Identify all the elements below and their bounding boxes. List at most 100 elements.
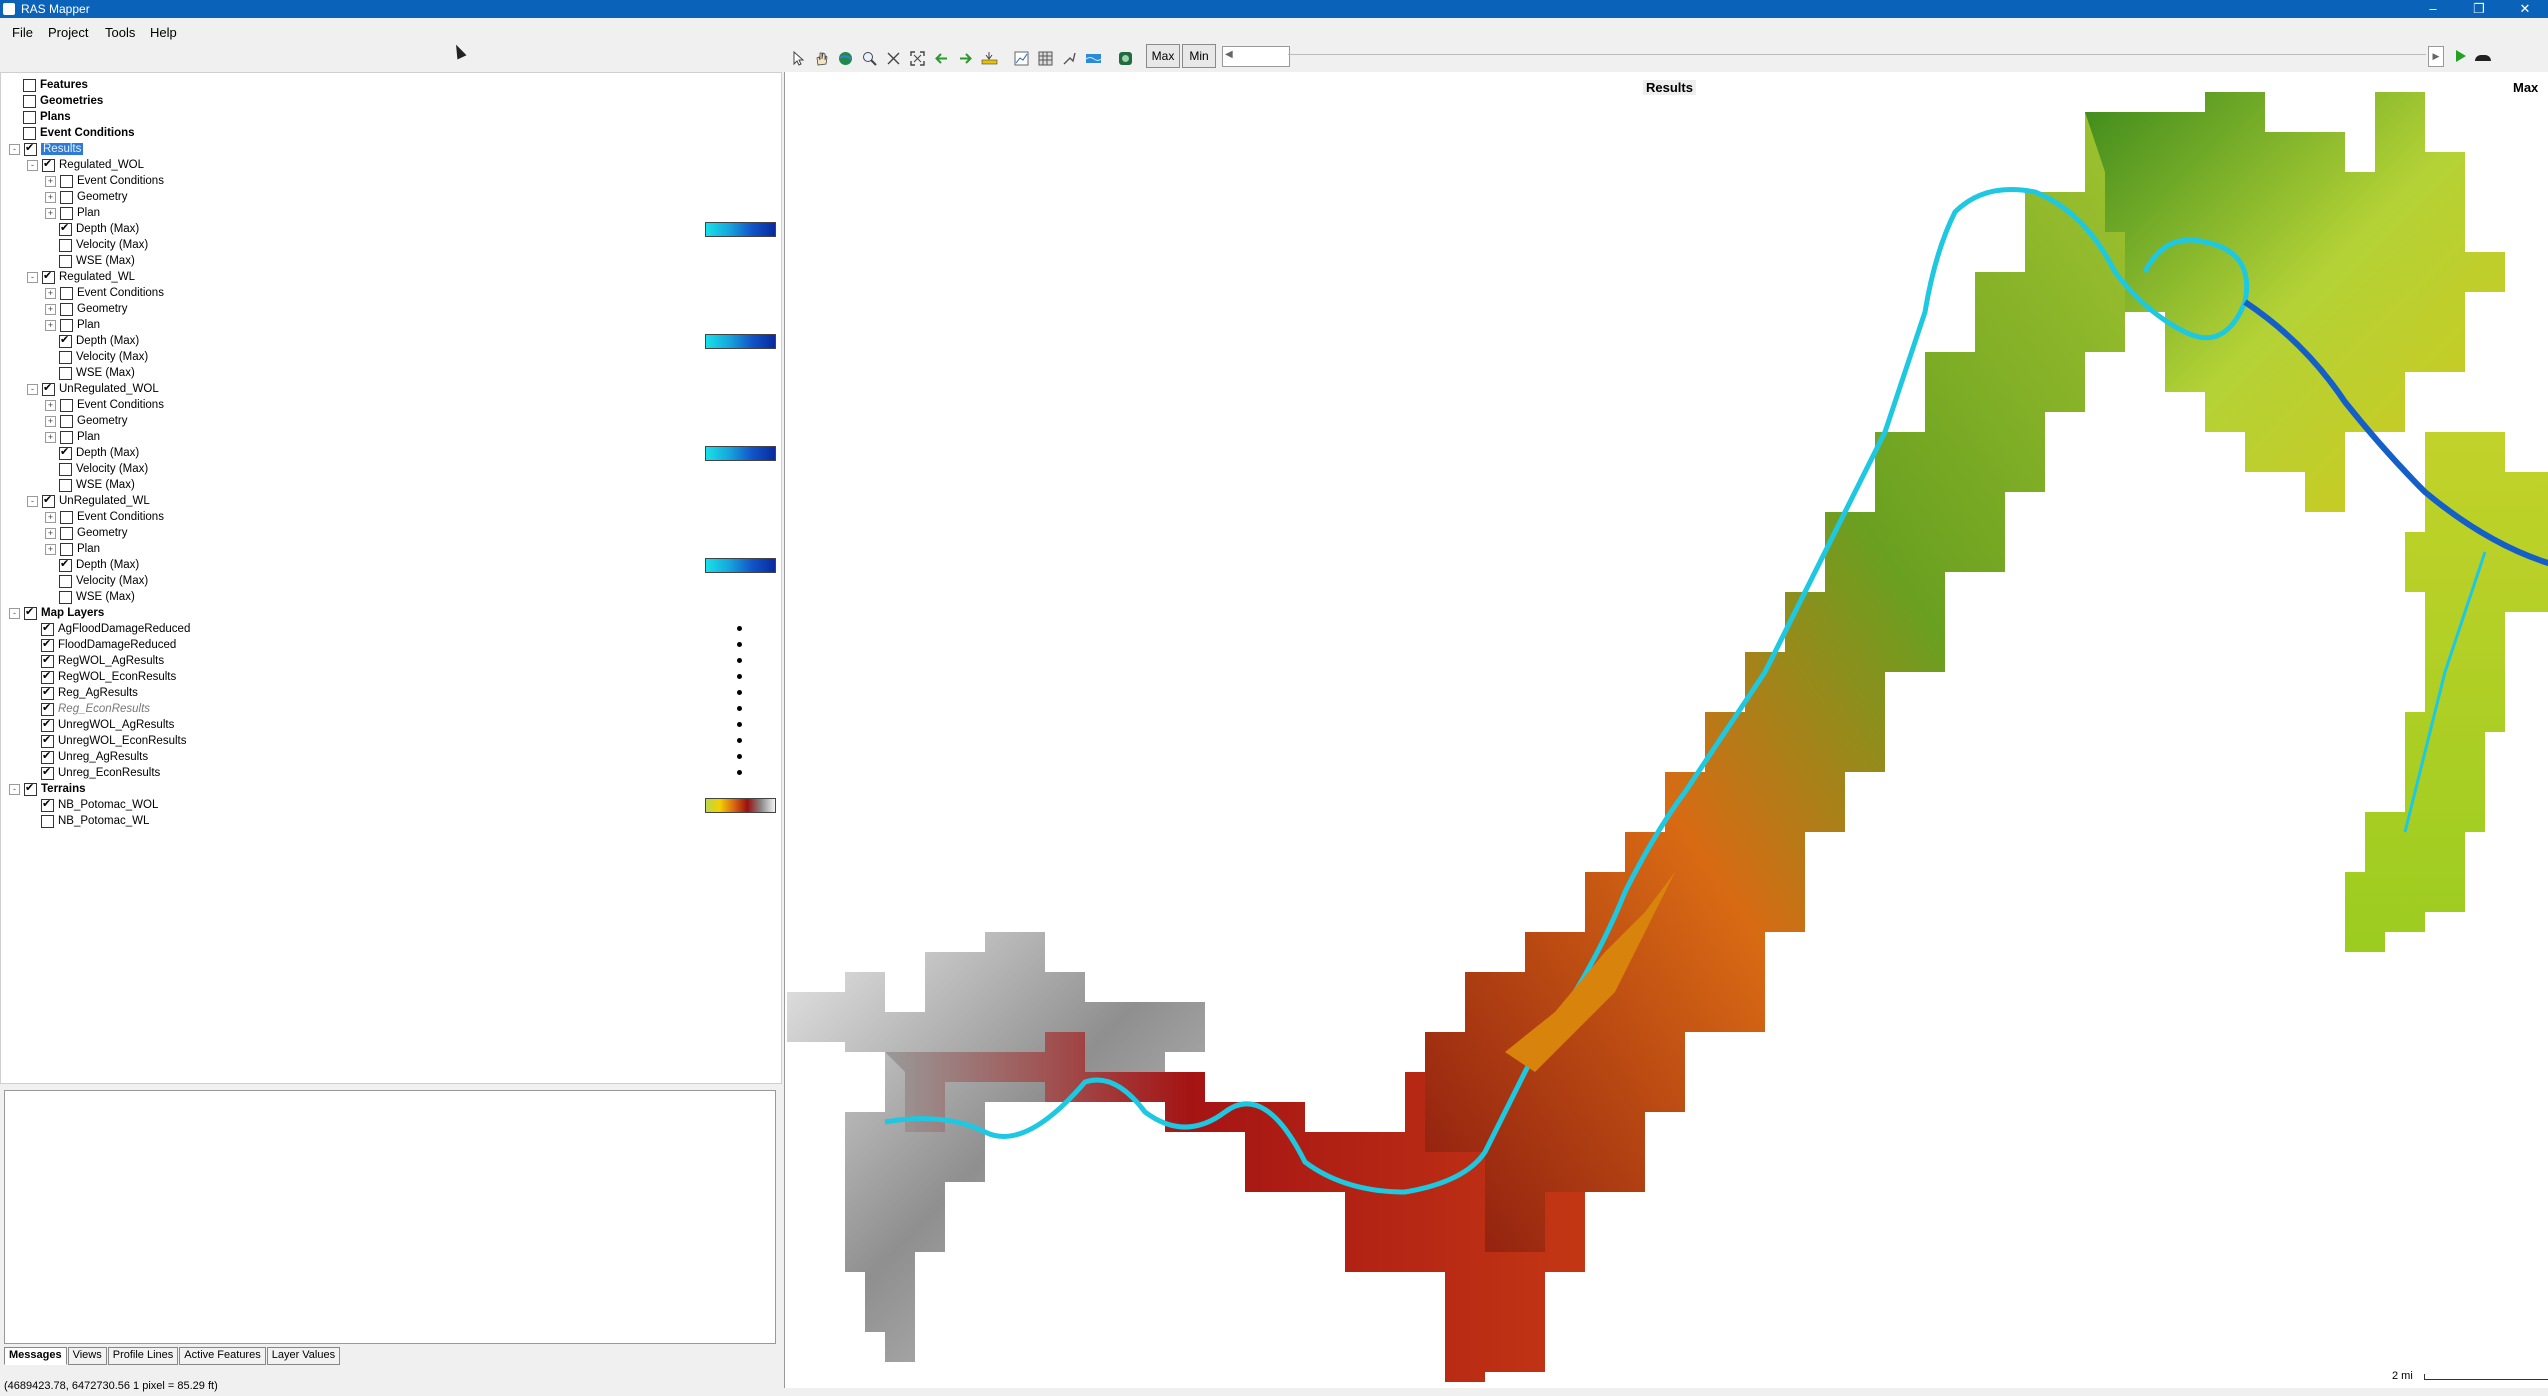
- back-arrow-icon[interactable]: [933, 50, 950, 67]
- layer-checkbox[interactable]: [41, 749, 54, 764]
- tree-item-result-layer[interactable]: + Plan: [45, 429, 100, 445]
- layer-checkbox[interactable]: [59, 254, 72, 268]
- tree-item-result-plan[interactable]: - UnRegulated_WL: [27, 493, 150, 509]
- tree-item-map-layer[interactable]: Unreg_EconResults: [27, 765, 160, 781]
- layer-checkbox[interactable]: [41, 621, 54, 636]
- layer-checkbox[interactable]: [23, 78, 36, 92]
- tree-item-result-layer[interactable]: + Event Conditions: [45, 285, 164, 301]
- tree-item-map-layer[interactable]: Reg_AgResults: [27, 685, 138, 701]
- layer-checkbox[interactable]: [41, 733, 54, 748]
- layer-checkbox[interactable]: [60, 206, 73, 220]
- tree-item-terrain[interactable]: NB_Potomac_WL: [27, 813, 149, 829]
- tree-item-result-layer[interactable]: + Event Conditions: [45, 397, 164, 413]
- layer-checkbox[interactable]: [60, 510, 73, 524]
- layer-checkbox[interactable]: [42, 269, 55, 284]
- layer-checkbox[interactable]: [59, 590, 72, 604]
- tree-item-result-layer[interactable]: Depth (Max): [45, 557, 139, 573]
- max-profile-button[interactable]: Max: [1146, 44, 1180, 68]
- restore-button[interactable]: ❐: [2456, 0, 2502, 18]
- layer-checkbox[interactable]: [60, 542, 73, 556]
- tab-messages[interactable]: Messages: [4, 1347, 67, 1365]
- layer-checkbox[interactable]: [60, 286, 73, 300]
- tree-item-result-layer[interactable]: + Event Conditions: [45, 173, 164, 189]
- collapse-icon[interactable]: -: [27, 159, 38, 171]
- layer-checkbox[interactable]: [59, 478, 72, 492]
- tree-item-features[interactable]: Features: [9, 77, 88, 93]
- minimize-button[interactable]: –: [2410, 0, 2456, 18]
- layer-checkbox[interactable]: [41, 814, 54, 828]
- tab-active-features[interactable]: Active Features: [179, 1347, 266, 1365]
- tree-item-map-layer[interactable]: AgFloodDamageReduced: [27, 621, 190, 637]
- layer-checkbox[interactable]: [60, 318, 73, 332]
- time-slider[interactable]: ◀: [1222, 46, 1290, 67]
- layer-checkbox[interactable]: [41, 637, 54, 652]
- layer-checkbox[interactable]: [59, 221, 72, 236]
- expand-icon[interactable]: +: [45, 527, 56, 539]
- grid-table-icon[interactable]: [1037, 50, 1054, 67]
- tree-item-result-layer[interactable]: + Event Conditions: [45, 509, 164, 525]
- expand-icon[interactable]: +: [45, 207, 56, 219]
- expand-icon[interactable]: +: [45, 431, 56, 443]
- layer-checkbox[interactable]: [41, 765, 54, 780]
- tree-item-result-layer[interactable]: Velocity (Max): [45, 461, 148, 477]
- expand-icon[interactable]: +: [45, 175, 56, 187]
- layer-checkbox[interactable]: [60, 190, 73, 204]
- collapse-icon[interactable]: -: [9, 783, 20, 795]
- menu-project[interactable]: Project: [48, 25, 88, 40]
- layer-checkbox[interactable]: [59, 366, 72, 380]
- tree-item-result-layer[interactable]: Depth (Max): [45, 333, 139, 349]
- tree-item-terrains[interactable]: - Terrains: [9, 781, 86, 797]
- layer-checkbox[interactable]: [42, 493, 55, 508]
- tree-item-map-layer[interactable]: RegWOL_AgResults: [27, 653, 164, 669]
- expand-icon[interactable]: +: [45, 287, 56, 299]
- layer-checkbox[interactable]: [23, 110, 36, 124]
- collapse-icon[interactable]: -: [27, 271, 38, 283]
- layer-checkbox[interactable]: [24, 605, 37, 620]
- zoom-out-icon[interactable]: [885, 50, 902, 67]
- zoom-in-icon[interactable]: [861, 50, 878, 67]
- tree-item-result-plan[interactable]: - Regulated_WOL: [27, 157, 144, 173]
- layer-checkbox[interactable]: [24, 141, 37, 156]
- select-pointer-icon[interactable]: [790, 50, 807, 67]
- tree-item-event-conditions[interactable]: Event Conditions: [9, 125, 135, 141]
- layer-checkbox[interactable]: [59, 462, 72, 476]
- layer-checkbox[interactable]: [23, 94, 36, 108]
- tree-item-map-layer[interactable]: UnregWOL_AgResults: [27, 717, 174, 733]
- tree-item-result-layer[interactable]: Velocity (Max): [45, 349, 148, 365]
- min-profile-button[interactable]: Min: [1182, 44, 1216, 68]
- tree-item-results[interactable]: - Results: [9, 141, 84, 157]
- layer-checkbox[interactable]: [41, 797, 54, 812]
- tree-item-map-layers[interactable]: - Map Layers: [9, 605, 104, 621]
- tree-item-plans[interactable]: Plans: [9, 109, 71, 125]
- profile-plot-icon[interactable]: [1013, 50, 1030, 67]
- layer-checkbox[interactable]: [42, 157, 55, 172]
- tree-item-geometries[interactable]: Geometries: [9, 93, 103, 109]
- layer-checkbox[interactable]: [59, 574, 72, 588]
- layer-checkbox[interactable]: [60, 398, 73, 412]
- play-animation-icon[interactable]: [2456, 50, 2466, 62]
- layer-checkbox[interactable]: [60, 526, 73, 540]
- tree-item-result-layer[interactable]: WSE (Max): [45, 365, 135, 381]
- full-extent-icon[interactable]: [909, 50, 926, 67]
- layer-checkbox[interactable]: [41, 701, 54, 716]
- expand-icon[interactable]: +: [45, 303, 56, 315]
- tree-item-result-layer[interactable]: Velocity (Max): [45, 573, 148, 589]
- tree-item-map-layer[interactable]: FloodDamageReduced: [27, 637, 176, 653]
- expand-icon[interactable]: +: [45, 191, 56, 203]
- tree-item-map-layer[interactable]: Reg_EconResults: [27, 701, 150, 717]
- menu-file[interactable]: File: [12, 25, 33, 40]
- tree-item-result-layer[interactable]: + Geometry: [45, 301, 128, 317]
- tree-item-result-layer[interactable]: WSE (Max): [45, 253, 135, 269]
- collapse-icon[interactable]: -: [9, 143, 20, 155]
- tree-item-result-layer[interactable]: + Geometry: [45, 525, 128, 541]
- tree-item-result-layer[interactable]: Depth (Max): [45, 221, 139, 237]
- menu-help[interactable]: Help: [150, 25, 177, 40]
- tree-item-map-layer[interactable]: RegWOL_EconResults: [27, 669, 176, 685]
- tree-item-result-plan[interactable]: - UnRegulated_WOL: [27, 381, 159, 397]
- tree-item-result-layer[interactable]: WSE (Max): [45, 477, 135, 493]
- layer-checkbox[interactable]: [41, 685, 54, 700]
- layer-checkbox[interactable]: [60, 414, 73, 428]
- tree-item-result-layer[interactable]: Depth (Max): [45, 445, 139, 461]
- collapse-icon[interactable]: -: [9, 607, 20, 619]
- layer-checkbox[interactable]: [59, 350, 72, 364]
